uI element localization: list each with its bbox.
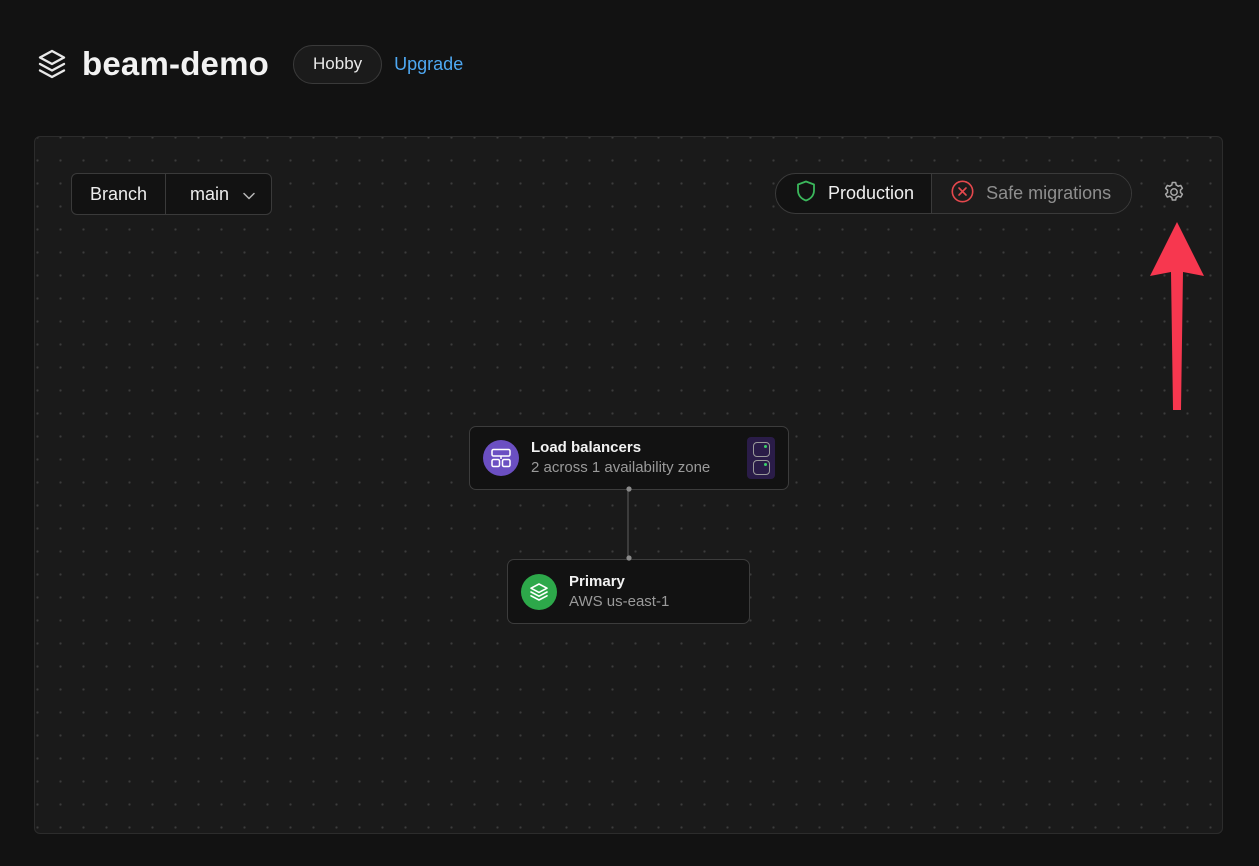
environment-toggle-group: Production Safe migrations (775, 173, 1133, 214)
safe-migrations-toggle[interactable]: Safe migrations (931, 174, 1132, 213)
primary-title: Primary (569, 572, 625, 590)
lb-instances-indicator (747, 437, 775, 479)
primary-node[interactable]: Primary AWS us-east-1 (507, 559, 750, 624)
primary-subtitle: AWS us-east-1 (569, 592, 670, 610)
safe-migrations-label: Safe migrations (986, 183, 1112, 203)
lb-instance-icon (752, 441, 770, 457)
upgrade-link[interactable]: Upgrade (394, 54, 463, 75)
production-label: Production (828, 183, 915, 203)
load-balancers-subtitle: 2 across 1 availability zone (531, 459, 711, 476)
production-toggle[interactable]: Production (776, 174, 931, 213)
x-circle-icon (951, 180, 974, 208)
settings-button[interactable] (1162, 180, 1186, 209)
load-balancers-title: Load balancers (531, 439, 642, 456)
chevron-down-icon (243, 184, 255, 205)
branch-label: Branch (72, 174, 167, 214)
stacked-layers-icon (36, 48, 68, 80)
load-balancer-icon (483, 440, 519, 476)
connector-dot-top (626, 486, 632, 492)
architecture-canvas: Branch main Production Safe migrations L… (34, 136, 1223, 834)
node-connector (627, 486, 629, 561)
connector-dot-bottom (626, 555, 632, 561)
branch-selector[interactable]: Branch main (71, 173, 273, 215)
plan-badge: Hobby (293, 44, 383, 84)
header: beam-demo Hobby Upgrade (36, 40, 463, 88)
database-name: beam-demo (82, 45, 270, 82)
shield-icon (796, 180, 816, 207)
gear-icon (1162, 180, 1186, 209)
branch-value: main (190, 183, 230, 204)
load-balancers-node[interactable]: Load balancers 2 across 1 availability z… (469, 426, 789, 490)
branch-dropdown[interactable]: main (166, 174, 271, 214)
lb-instance-icon (752, 459, 770, 475)
database-layers-icon (521, 573, 557, 610)
